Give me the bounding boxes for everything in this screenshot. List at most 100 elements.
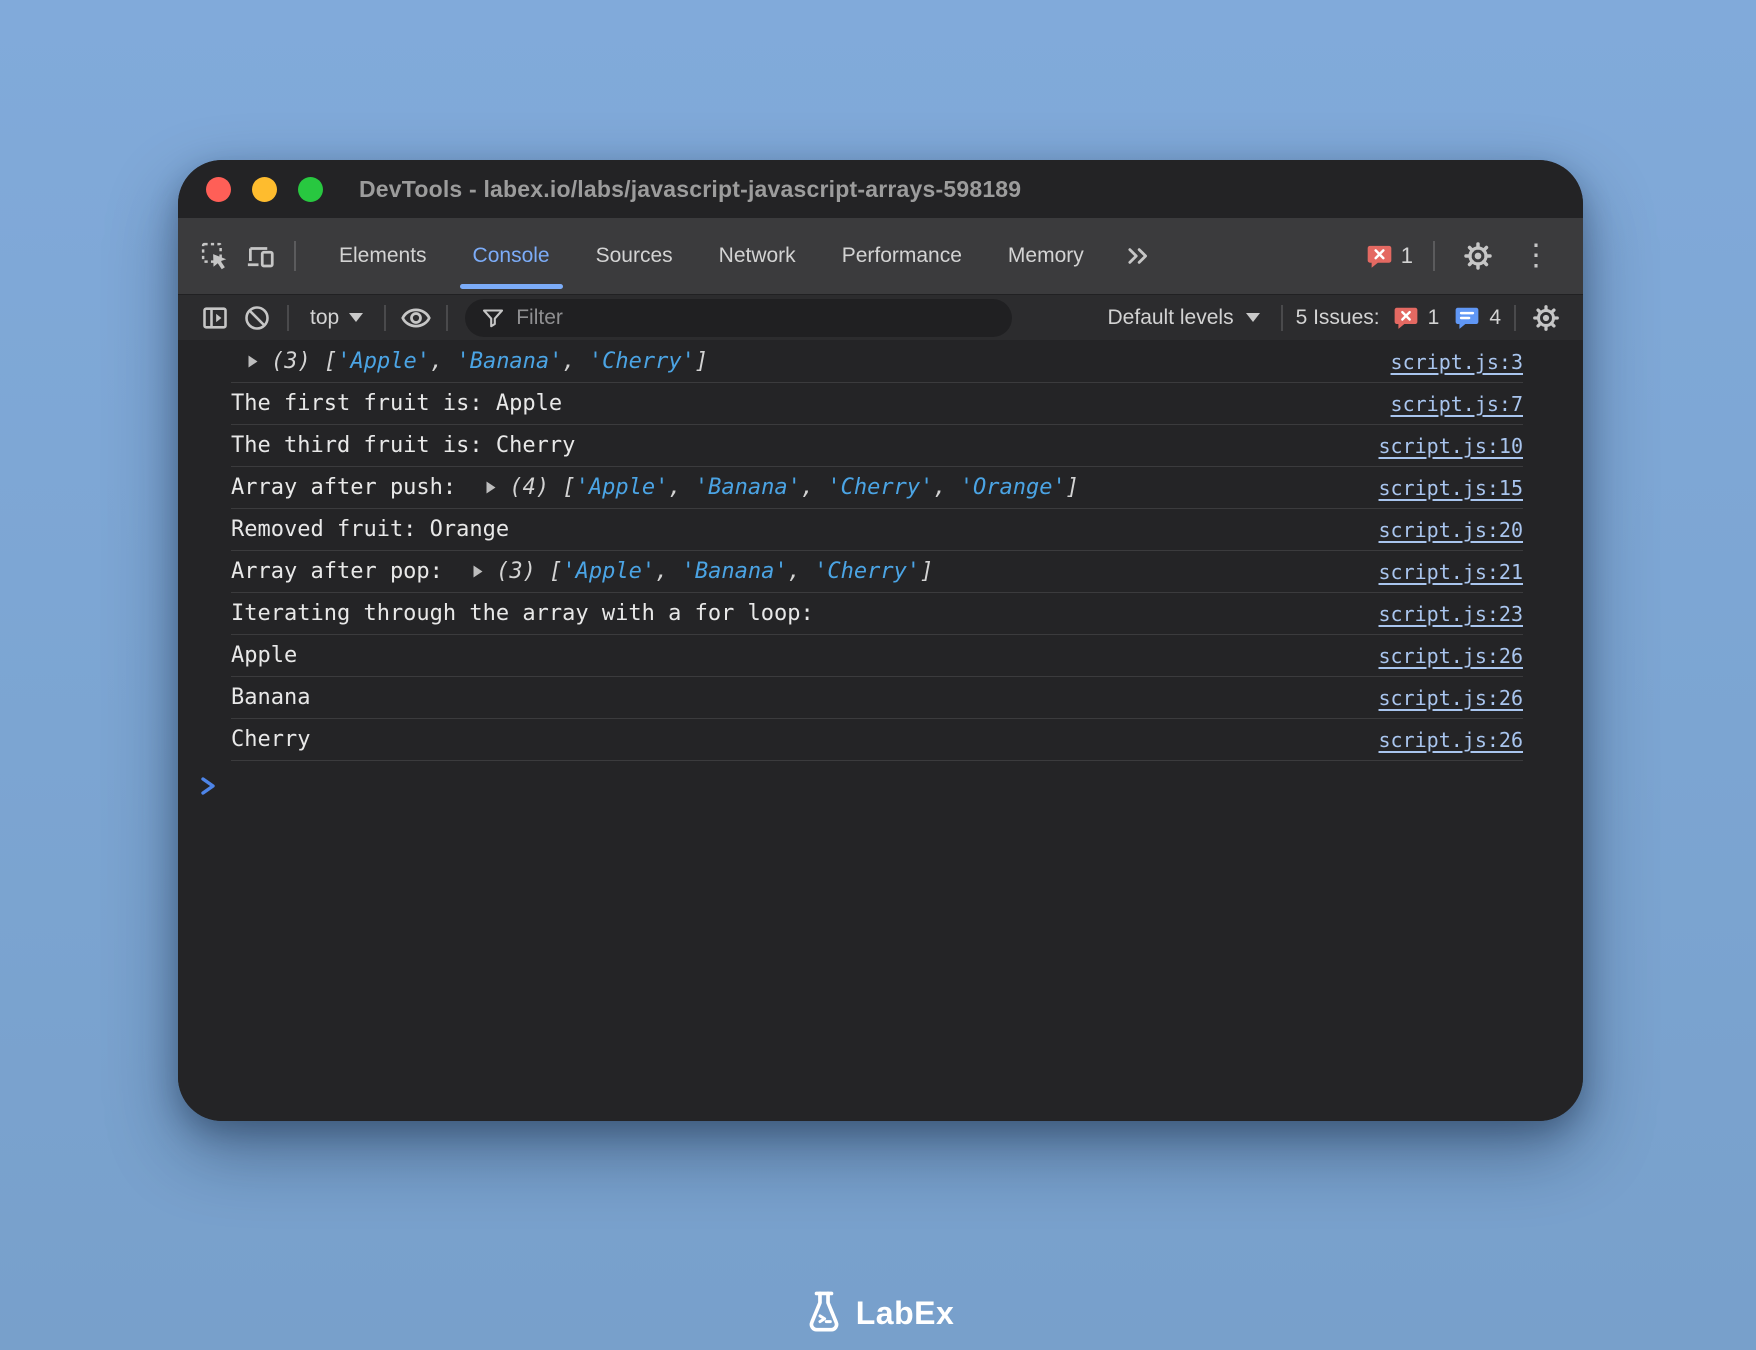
- inspect-cursor-icon: [200, 241, 230, 271]
- block-circle-icon: [243, 304, 271, 332]
- console-error-indicator[interactable]: 1: [1366, 243, 1413, 270]
- array-preview: (4) ['Apple', 'Banana', 'Cherry', 'Orang…: [509, 475, 1079, 500]
- console-prompt[interactable]: [200, 776, 1583, 796]
- source-link[interactable]: script.js:23: [1359, 602, 1524, 626]
- levels-label: Default levels: [1108, 306, 1234, 330]
- inspect-element-button[interactable]: [192, 233, 238, 279]
- tab-network[interactable]: Network: [696, 218, 819, 294]
- source-link[interactable]: script.js:26: [1359, 644, 1524, 668]
- filter-input[interactable]: [516, 306, 996, 330]
- array-string: 'Cherry': [589, 349, 695, 374]
- console-row: Apple script.js:26: [231, 635, 1523, 677]
- eye-icon: [401, 303, 431, 333]
- log-text: Cherry: [231, 727, 310, 752]
- expand-arrow-icon[interactable]: [472, 564, 484, 579]
- source-link[interactable]: script.js:3: [1371, 350, 1523, 374]
- console-message: The first fruit is: Apple: [231, 391, 562, 416]
- array-string: 'Orange': [960, 475, 1066, 500]
- source-link[interactable]: script.js:15: [1359, 476, 1524, 500]
- divider: [446, 305, 448, 331]
- log-text: Removed fruit: Orange: [231, 517, 509, 542]
- labex-brand: LabEx: [0, 1290, 1756, 1336]
- show-console-sidebar-button[interactable]: [194, 298, 236, 338]
- log-text: Apple: [231, 643, 297, 668]
- chevron-down-icon: [349, 313, 363, 322]
- zoom-window-button[interactable]: [298, 177, 323, 202]
- array-string: 'Banana': [695, 475, 801, 500]
- tab-memory[interactable]: Memory: [985, 218, 1107, 294]
- prompt-chevron-icon: [200, 776, 217, 796]
- double-chevron-right-icon: [1124, 242, 1152, 270]
- devtools-tabbar: ElementsConsoleSourcesNetworkPerformance…: [178, 218, 1583, 294]
- array-preview: (3) ['Apple', 'Banana', 'Cherry']: [271, 349, 708, 374]
- console-message: Removed fruit: Orange: [231, 517, 509, 542]
- source-link[interactable]: script.js:20: [1359, 518, 1524, 542]
- clear-console-button[interactable]: [236, 298, 278, 338]
- more-tabs-button[interactable]: [1115, 233, 1161, 279]
- divider: [294, 241, 296, 271]
- settings-button[interactable]: [1455, 233, 1501, 279]
- divider: [384, 305, 386, 331]
- expand-arrow-icon[interactable]: [247, 354, 259, 369]
- source-link[interactable]: script.js:21: [1359, 560, 1524, 584]
- device-toolbar-icon: [246, 241, 276, 271]
- issues-label: 5 Issues:: [1296, 306, 1380, 330]
- divider: [1433, 241, 1435, 271]
- source-link[interactable]: script.js:7: [1371, 392, 1523, 416]
- eye-watch-button[interactable]: [395, 298, 437, 338]
- console-row: Cherry script.js:26: [231, 719, 1523, 761]
- console-row: The third fruit is: Cherry script.js:10: [231, 425, 1523, 467]
- log-levels-selector[interactable]: Default levels: [1096, 306, 1272, 330]
- console-output: (3) ['Apple', 'Banana', 'Cherry'] script.…: [178, 340, 1583, 1121]
- console-toolbar: top Default levels: [178, 294, 1583, 340]
- array-string: 'Banana': [456, 349, 562, 374]
- divider: [287, 305, 289, 331]
- source-link[interactable]: script.js:26: [1359, 728, 1524, 752]
- console-message: Iterating through the array with a for l…: [231, 601, 814, 626]
- labex-flask-icon: [802, 1290, 846, 1336]
- array-preview: (3) ['Apple', 'Banana', 'Cherry']: [496, 559, 933, 584]
- console-row: Banana script.js:26: [231, 677, 1523, 719]
- chevron-down-icon: [1246, 313, 1260, 322]
- issues-counter[interactable]: 5 Issues: 1 4: [1292, 305, 1505, 331]
- gear-icon: [1531, 303, 1561, 333]
- window-title: DevTools - labex.io/labs/javascript-java…: [359, 176, 1021, 203]
- console-row: Removed fruit: Orange script.js:20: [231, 509, 1523, 551]
- divider: [1281, 305, 1283, 331]
- kebab-menu-button[interactable]: ⋮: [1511, 241, 1561, 271]
- array-string: 'Apple': [576, 475, 669, 500]
- tab-performance[interactable]: Performance: [819, 218, 985, 294]
- gear-icon: [1462, 240, 1494, 272]
- console-row: Array after push: (4) ['Apple', 'Banana'…: [231, 467, 1523, 509]
- console-message: Cherry: [231, 727, 310, 752]
- console-row: Array after pop: (3) ['Apple', 'Banana',…: [231, 551, 1523, 593]
- console-message: Banana: [231, 685, 310, 710]
- tab-elements[interactable]: Elements: [316, 218, 450, 294]
- console-message: Array after pop: (3) ['Apple', 'Banana',…: [231, 559, 933, 584]
- console-message: The third fruit is: Cherry: [231, 433, 575, 458]
- expand-arrow-icon[interactable]: [485, 480, 497, 495]
- tab-sources[interactable]: Sources: [573, 218, 696, 294]
- console-row: Iterating through the array with a for l…: [231, 593, 1523, 635]
- device-toolbar-button[interactable]: [238, 233, 284, 279]
- log-text: Array after pop:: [231, 559, 456, 584]
- message-badge-icon: [1454, 305, 1480, 331]
- array-string: 'Cherry': [814, 559, 920, 584]
- minimize-window-button[interactable]: [252, 177, 277, 202]
- close-window-button[interactable]: [206, 177, 231, 202]
- source-link[interactable]: script.js:10: [1359, 434, 1524, 458]
- array-string: 'Banana': [682, 559, 788, 584]
- console-message: Array after push: (4) ['Apple', 'Banana'…: [231, 475, 1079, 500]
- issues-message-count: 4: [1489, 306, 1501, 330]
- sidebar-panel-icon: [201, 304, 229, 332]
- execution-context-selector[interactable]: top: [298, 306, 375, 330]
- log-text: Iterating through the array with a for l…: [231, 601, 814, 626]
- log-text: The third fruit is: Cherry: [231, 433, 575, 458]
- console-settings-button[interactable]: [1525, 298, 1567, 338]
- titlebar: DevTools - labex.io/labs/javascript-java…: [178, 160, 1583, 218]
- divider: [1514, 305, 1516, 331]
- source-link[interactable]: script.js:26: [1359, 686, 1524, 710]
- tab-console[interactable]: Console: [450, 218, 573, 294]
- array-string: 'Apple': [562, 559, 655, 584]
- filter-box: [465, 299, 1012, 337]
